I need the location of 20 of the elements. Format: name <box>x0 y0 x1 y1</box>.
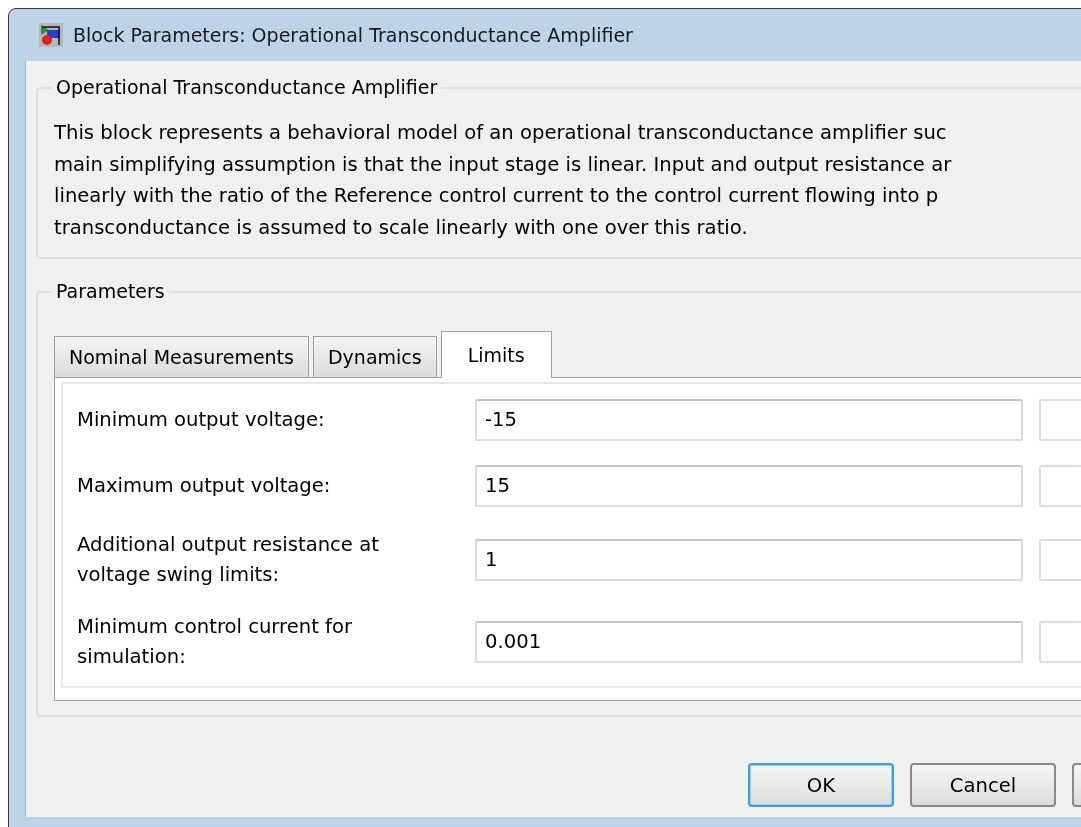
input-field[interactable]: 0.001 <box>475 621 1023 663</box>
input-field[interactable]: 15 <box>475 465 1023 507</box>
field-label: Maximum output voltage: <box>77 473 332 499</box>
unit-dropdown[interactable] <box>1039 399 1081 441</box>
tab[interactable]: Limits <box>440 331 552 378</box>
dialog-button[interactable]: OK <box>748 763 894 807</box>
description-text: This block represents a behavioral model of an operational transconductance amplifier suc main simplifying assumption is that the input stage is linear. Input and output resistance ar linearly with the ratio of the Reference control current to the control current flowing into p transconductance is assumed to scale linearly with one over this ratio. <box>54 120 953 241</box>
tab[interactable]: Nominal Measurements <box>54 336 309 377</box>
unit-dropdown[interactable] <box>1039 621 1081 663</box>
field-label: Additional output resistance at voltage swing limits: <box>77 532 380 588</box>
dialog-button[interactable]: Cancel <box>910 763 1056 807</box>
unit-dropdown[interactable] <box>1039 465 1081 507</box>
field-label: Minimum control current for simulation: <box>77 614 354 670</box>
input-field[interactable]: -15 <box>475 399 1023 441</box>
window-title: Block Parameters: Operational Transconductance Amplifier <box>73 24 633 46</box>
input-field[interactable]: 1 <box>475 539 1023 581</box>
unit-dropdown[interactable] <box>1039 539 1081 581</box>
tab[interactable]: Dynamics <box>312 336 437 377</box>
field-label: Minimum output voltage: <box>77 407 326 433</box>
app-icon <box>39 23 63 47</box>
